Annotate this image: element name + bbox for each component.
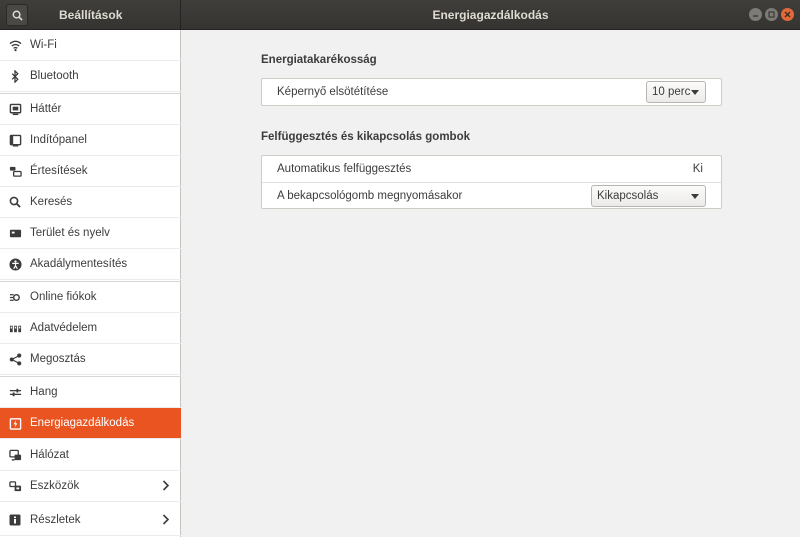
notifications-icon bbox=[8, 164, 22, 178]
maximize-icon bbox=[768, 11, 775, 18]
sidebar-item-label: Keresés bbox=[30, 196, 73, 208]
blank-screen-value: 10 perc bbox=[652, 86, 691, 98]
sidebar-item-label: Energiagazdálkodás bbox=[30, 417, 135, 429]
sidebar-item-bluetooth[interactable]: Bluetooth bbox=[0, 61, 181, 92]
wifi-icon bbox=[8, 38, 22, 52]
power-button-dropdown[interactable]: Kikapcsolás bbox=[591, 185, 706, 207]
sidebar-item-label: Megosztás bbox=[30, 353, 86, 365]
suspend-heading: Felfüggesztés és kikapcsolás gombok bbox=[261, 131, 470, 143]
sidebar: Wi-Fi Bluetooth Háttér Indítópanel Értes… bbox=[0, 30, 181, 537]
sidebar-item-wifi[interactable]: Wi-Fi bbox=[0, 30, 181, 61]
sidebar-item-sound[interactable]: Hang bbox=[0, 377, 181, 408]
blank-screen-dropdown[interactable]: 10 perc bbox=[646, 81, 706, 103]
sidebar-item-label: Wi-Fi bbox=[30, 39, 57, 51]
auto-suspend-row[interactable]: Automatikus felfüggesztés Ki bbox=[262, 156, 721, 182]
sidebar-item-sharing[interactable]: Megosztás bbox=[0, 344, 181, 375]
privacy-icon bbox=[8, 321, 22, 335]
accessibility-icon bbox=[8, 257, 22, 271]
sidebar-item-label: Indítópanel bbox=[30, 134, 87, 146]
bluetooth-icon bbox=[8, 69, 22, 83]
sidebar-item-accessibility[interactable]: Akadálymentesítés bbox=[0, 249, 181, 280]
power-button-row: A bekapcsológomb megnyomásakor Kikapcsol… bbox=[262, 182, 721, 208]
power-button-label: A bekapcsológomb megnyomásakor bbox=[277, 189, 463, 202]
minimize-button[interactable] bbox=[749, 8, 762, 21]
close-icon bbox=[784, 11, 791, 18]
sidebar-item-dock[interactable]: Indítópanel bbox=[0, 125, 181, 156]
search-icon bbox=[8, 195, 22, 209]
sidebar-item-label: Bluetooth bbox=[30, 70, 79, 82]
panel-title: Energiagazdálkodás bbox=[432, 8, 549, 22]
window-controls bbox=[749, 8, 794, 21]
sound-icon bbox=[8, 385, 22, 399]
sidebar-item-label: Hang bbox=[30, 386, 58, 398]
network-icon bbox=[8, 448, 22, 462]
sidebar-item-network[interactable]: Hálózat bbox=[0, 440, 181, 471]
sidebar-item-label: Akadálymentesítés bbox=[30, 258, 128, 270]
blank-screen-row: Képernyő elsötétítése 10 perc bbox=[262, 79, 721, 105]
sidebar-item-region[interactable]: Terület és nyelv bbox=[0, 218, 181, 249]
search-button[interactable] bbox=[6, 4, 28, 26]
sidebar-item-privacy[interactable]: Adatvédelem bbox=[0, 313, 181, 344]
chevron-right-icon bbox=[162, 480, 170, 494]
search-icon bbox=[12, 10, 23, 21]
main-panel: Energiatakarékosság Képernyő elsötétítés… bbox=[182, 30, 800, 537]
app-title: Beállítások bbox=[59, 8, 123, 22]
suspend-frame: Automatikus felfüggesztés Ki A bekapcsol… bbox=[261, 155, 722, 209]
sidebar-item-search[interactable]: Keresés bbox=[0, 187, 181, 218]
auto-suspend-label: Automatikus felfüggesztés bbox=[277, 163, 412, 175]
sidebar-header: Beállítások bbox=[0, 0, 181, 30]
sidebar-item-label: Eszközök bbox=[30, 480, 80, 492]
region-icon bbox=[8, 226, 22, 240]
power-icon bbox=[8, 416, 22, 430]
sidebar-item-label: Adatvédelem bbox=[30, 322, 98, 334]
chevron-right-icon bbox=[162, 514, 170, 528]
sidebar-item-label: Terület és nyelv bbox=[30, 227, 110, 239]
minimize-icon bbox=[753, 15, 758, 17]
devices-icon bbox=[8, 479, 22, 493]
sidebar-item-devices[interactable]: Eszközök bbox=[0, 471, 181, 502]
close-button[interactable] bbox=[781, 8, 794, 21]
share-icon bbox=[8, 352, 22, 366]
sidebar-item-label: Értesítések bbox=[30, 165, 88, 177]
power-button-value: Kikapcsolás bbox=[597, 190, 659, 202]
dock-icon bbox=[8, 133, 22, 147]
sidebar-item-label: Hálózat bbox=[30, 449, 69, 461]
blank-screen-label: Képernyő elsötétítése bbox=[277, 86, 389, 98]
power-saving-frame: Képernyő elsötétítése 10 perc bbox=[261, 78, 722, 106]
dropdown-arrow-icon bbox=[691, 194, 699, 199]
header-bar: Beállítások Energiagazdálkodás bbox=[0, 0, 800, 30]
dropdown-arrow-icon bbox=[691, 90, 699, 95]
sidebar-item-label: Online fiókok bbox=[30, 291, 97, 303]
sidebar-item-background[interactable]: Háttér bbox=[0, 94, 181, 125]
maximize-button[interactable] bbox=[765, 8, 778, 21]
sidebar-item-power[interactable]: Energiagazdálkodás bbox=[0, 408, 181, 439]
background-icon bbox=[8, 102, 22, 116]
sidebar-item-online-accounts[interactable]: Online fiókok bbox=[0, 282, 181, 313]
details-icon bbox=[8, 513, 22, 527]
power-saving-heading: Energiatakarékosság bbox=[261, 54, 377, 66]
sidebar-item-details[interactable]: Részletek bbox=[0, 505, 181, 536]
online-accounts-icon bbox=[8, 290, 22, 304]
sidebar-item-notifications[interactable]: Értesítések bbox=[0, 156, 181, 187]
sidebar-item-label: Háttér bbox=[30, 103, 62, 115]
auto-suspend-value: Ki bbox=[692, 163, 703, 175]
sidebar-item-label: Részletek bbox=[30, 514, 81, 526]
